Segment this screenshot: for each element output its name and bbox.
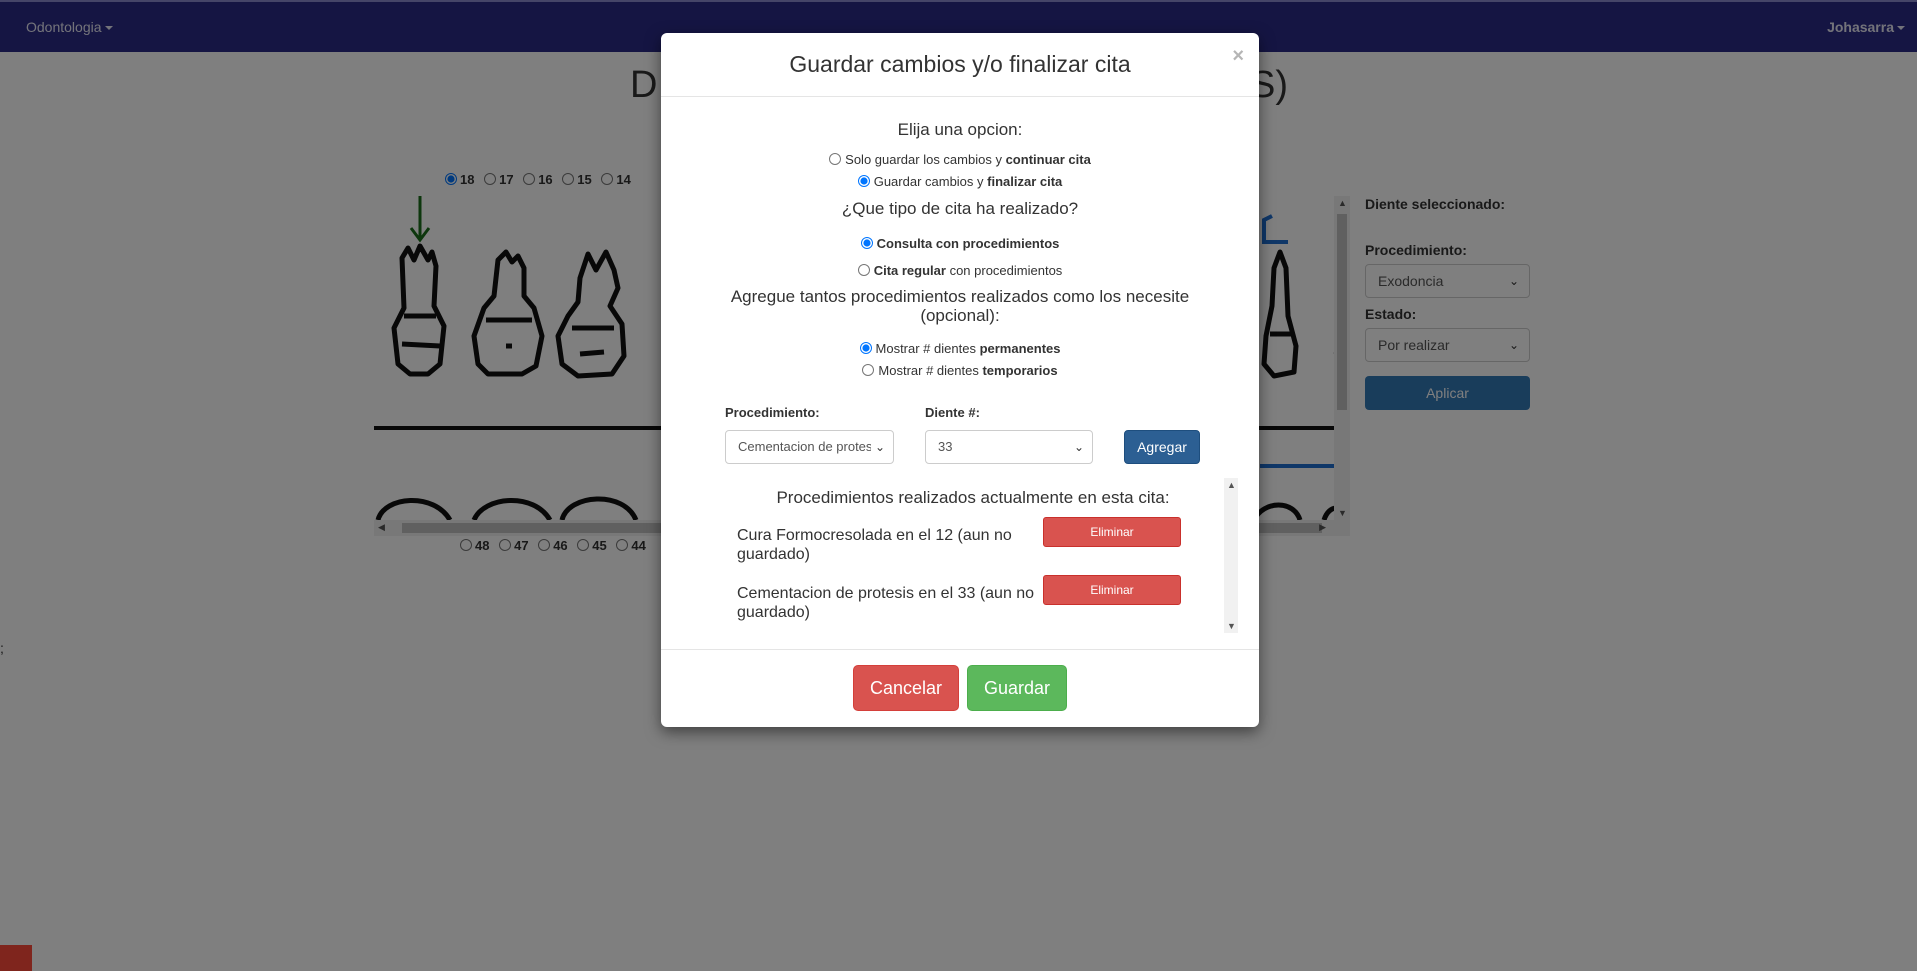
tooth-number-select[interactable]: 33 ⌄ [925, 430, 1093, 464]
show-temporary-radio[interactable]: Mostrar # dientes temporarios [661, 363, 1259, 378]
save-changes-modal: Guardar cambios y/o finalizar cita × Eli… [661, 33, 1259, 727]
option-text: Solo guardar los cambios y [845, 152, 1006, 167]
procedure-select[interactable]: Cementacion de protesis ⌄ [725, 430, 894, 464]
appointment-type-question: ¿Que tipo de cita ha realizado? [841, 199, 1079, 218]
type-consulta-radio[interactable]: Consulta con procedimientos [661, 236, 1259, 251]
scroll-up-arrow-icon[interactable]: ▲ [1227, 480, 1236, 490]
modal-title: Guardar cambios y/o finalizar cita [789, 51, 1131, 77]
option-text-bold: Cita regular [873, 263, 946, 278]
option-finish-radio[interactable]: Guardar cambios y finalizar cita [661, 174, 1259, 189]
current-procedures-list: Procedimientos realizados actualmente en… [723, 478, 1238, 633]
procedure-item-text: Cementacion de protesis en el 33 (aun no… [737, 585, 1035, 621]
show-permanent-radio[interactable]: Mostrar # dientes permanentes [661, 341, 1259, 356]
procedure-label: Procedimiento: [725, 405, 820, 420]
save-button[interactable]: Guardar [967, 665, 1067, 711]
option-text-bold: Consulta con procedimientos [876, 236, 1060, 251]
option-text: Mostrar # dientes [875, 341, 980, 356]
option-text: con procedimientos [945, 263, 1063, 278]
modal-body: Elija una opcion: Solo guardar los cambi… [661, 98, 1259, 683]
add-procedures-prompt-line2: (opcional): [920, 306, 1000, 325]
option-text-bold: temporarios [982, 363, 1058, 378]
option-text: Mostrar # dientes [878, 363, 983, 378]
radio-input[interactable] [857, 264, 870, 276]
option-continue-radio[interactable]: Solo guardar los cambios y continuar cit… [661, 152, 1259, 167]
radio-input[interactable] [829, 153, 842, 165]
chevron-down-icon: ⌄ [1069, 431, 1084, 463]
add-procedures-prompt: Agregue tantos procedimientos realizados… [661, 287, 1259, 325]
delete-procedure-button[interactable]: Eliminar [1043, 575, 1181, 605]
chevron-down-icon: ⌄ [870, 431, 885, 463]
procedure-item-text: Cura Formocresolada en el 12 (aun no gua… [737, 527, 1012, 563]
radio-input[interactable] [859, 342, 872, 354]
option-text-bold: continuar cita [1005, 152, 1091, 167]
add-procedures-prompt-line1: Agregue tantos procedimientos realizados… [730, 287, 1190, 306]
tooth-select-value: 33 [938, 439, 953, 454]
radio-input[interactable] [862, 364, 875, 376]
procedure-select-value: Cementacion de protesis [738, 439, 882, 454]
modal-footer: Cancelar Guardar [661, 649, 1259, 727]
radio-input[interactable] [857, 175, 870, 187]
option-text-bold: permanentes [979, 341, 1061, 356]
choose-option-prompt: Elija una opcion: [897, 120, 1023, 139]
procedures-list-heading: Procedimientos realizados actualmente en… [776, 488, 1170, 507]
tooth-number-label: Diente #: [925, 405, 980, 420]
close-icon[interactable]: × [1232, 45, 1244, 68]
type-regular-radio[interactable]: Cita regular con procedimientos [661, 263, 1259, 278]
add-procedure-button[interactable]: Agregar [1124, 430, 1200, 464]
delete-procedure-button[interactable]: Eliminar [1043, 517, 1181, 547]
radio-input[interactable] [860, 237, 873, 249]
option-text: Guardar cambios y [873, 174, 988, 189]
modal-header: Guardar cambios y/o finalizar cita × [661, 33, 1259, 97]
option-text-bold: finalizar cita [987, 174, 1063, 189]
cancel-button[interactable]: Cancelar [853, 665, 959, 711]
scroll-down-arrow-icon[interactable]: ▼ [1227, 621, 1236, 631]
procedures-list-scrollbar[interactable]: ▲ ▼ [1224, 478, 1238, 633]
